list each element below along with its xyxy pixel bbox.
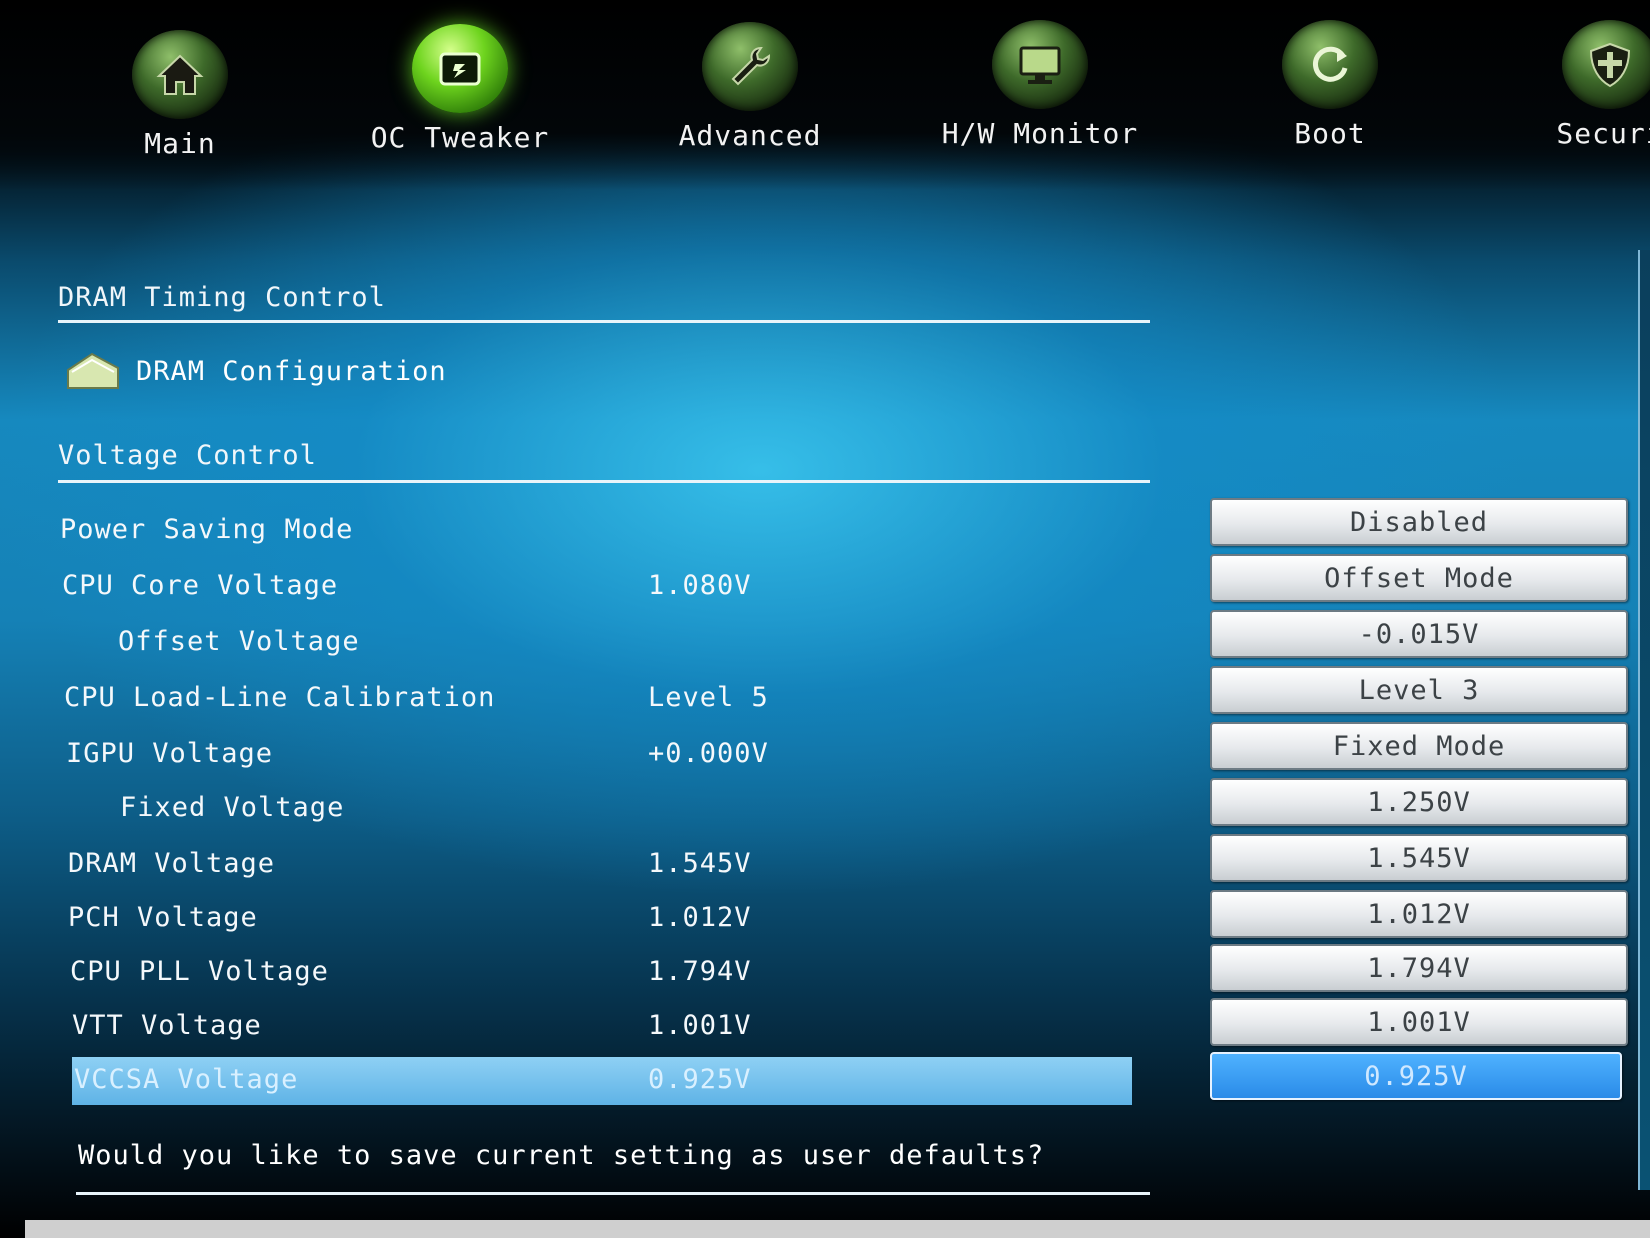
fixed-voltage-option[interactable]: 1.250V [1210,778,1628,826]
power-saving-mode-label[interactable]: Power Saving Mode [60,514,353,545]
dram-configuration-label: DRAM Configuration [136,355,447,387]
cpu-core-voltage-option[interactable]: Offset Mode [1210,554,1628,602]
pch-voltage-value: 1.012V [648,902,752,933]
divider [58,320,1150,323]
monitor-icon [992,20,1088,109]
cpu-pll-voltage-value: 1.794V [648,956,752,987]
top-nav-bar: Main OC Tweaker Advanced H/W Monitor Boo [0,0,1650,190]
vtt-voltage-option[interactable]: 1.001V [1210,998,1628,1046]
tab-security-label: Securi [1556,117,1650,150]
dram-voltage-label[interactable]: DRAM Voltage [68,848,275,879]
igpu-voltage-value: +0.000V [648,738,769,769]
tab-boot-label: Boot [1294,117,1366,150]
tab-oc-tweaker-label: OC Tweaker [370,121,550,154]
offset-voltage-option[interactable]: -0.015V [1210,610,1628,658]
oc-tweaker-icon [412,24,508,113]
tab-main-label: Main [144,127,216,160]
dram-configuration-item[interactable]: DRAM Configuration [66,350,447,392]
tab-hw-monitor[interactable]: H/W Monitor [920,20,1160,150]
shield-icon [1562,20,1650,109]
cpu-llc-option[interactable]: Level 3 [1210,666,1628,714]
dram-timing-heading: DRAM Timing Control [58,282,386,313]
vtt-voltage-label[interactable]: VTT Voltage [72,1010,262,1041]
cpu-core-voltage-label[interactable]: CPU Core Voltage [62,570,338,601]
tab-security[interactable]: Securi [1490,20,1650,150]
fixed-voltage-label[interactable]: Fixed Voltage [120,792,344,823]
tab-advanced[interactable]: Advanced [630,22,870,152]
tab-hw-monitor-label: H/W Monitor [941,117,1139,150]
divider [76,1192,1150,1195]
dram-voltage-value: 1.545V [648,848,752,879]
vccsa-voltage-label[interactable]: VCCSA Voltage [74,1064,298,1095]
tab-boot[interactable]: Boot [1210,20,1450,150]
cpu-core-voltage-value: 1.080V [648,570,752,601]
save-defaults-prompt[interactable]: Would you like to save current setting a… [78,1140,1044,1171]
power-saving-mode-option[interactable]: Disabled [1210,498,1628,546]
igpu-voltage-option[interactable]: Fixed Mode [1210,722,1628,770]
cpu-pll-voltage-label[interactable]: CPU PLL Voltage [70,956,329,987]
bios-screen: Main OC Tweaker Advanced H/W Monitor Boo [0,0,1650,1238]
wrench-icon [702,22,798,111]
tab-oc-tweaker[interactable]: OC Tweaker [340,24,580,154]
cpu-pll-voltage-option[interactable]: 1.794V [1210,944,1628,992]
divider [58,480,1150,483]
vccsa-voltage-option[interactable]: 0.925V [1210,1052,1622,1100]
cpu-llc-label[interactable]: CPU Load-Line Calibration [64,682,495,713]
vccsa-voltage-value: 0.925V [648,1064,752,1095]
igpu-voltage-label[interactable]: IGPU Voltage [66,738,273,769]
tab-advanced-label: Advanced [678,119,822,152]
cpu-llc-value: Level 5 [648,682,769,713]
home-icon [132,30,228,119]
folder-icon [67,352,119,389]
pch-voltage-option[interactable]: 1.012V [1210,890,1628,938]
tab-main[interactable]: Main [60,30,300,160]
voltage-control-heading: Voltage Control [58,440,317,471]
vtt-voltage-value: 1.001V [648,1010,752,1041]
scrollbar[interactable] [1638,250,1650,1190]
bottom-status-strip [25,1220,1650,1238]
pch-voltage-label[interactable]: PCH Voltage [68,902,258,933]
offset-voltage-label[interactable]: Offset Voltage [118,626,360,657]
dram-voltage-option[interactable]: 1.545V [1210,834,1628,882]
refresh-icon [1282,20,1378,109]
